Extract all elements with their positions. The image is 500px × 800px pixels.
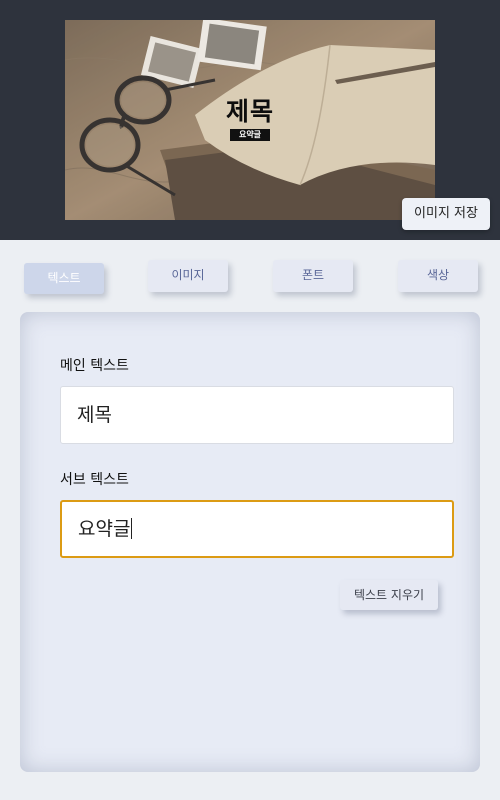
tab-text[interactable]: 텍스트 bbox=[24, 263, 104, 294]
main-text-value: 제목 bbox=[77, 404, 112, 426]
tab-image[interactable]: 이미지 bbox=[148, 260, 228, 292]
text-panel: 메인 텍스트 제목 서브 텍스트 요약글 텍스트 지우기 bbox=[20, 312, 480, 772]
preview-area: 제목 요약글 이미지 저장 bbox=[0, 0, 500, 240]
sub-text-input[interactable]: 요약글 bbox=[60, 500, 454, 558]
sub-text-label: 서브 텍스트 bbox=[60, 472, 129, 488]
sub-text-value: 요약글 bbox=[78, 518, 131, 540]
preview-subtitle: 요약글 bbox=[230, 129, 270, 141]
text-cursor bbox=[131, 517, 133, 539]
tab-color[interactable]: 색상 bbox=[398, 260, 478, 292]
preview-image: 제목 요약글 bbox=[65, 20, 435, 220]
main-text-input[interactable]: 제목 bbox=[60, 386, 454, 444]
save-image-button[interactable]: 이미지 저장 bbox=[402, 198, 490, 230]
tab-font[interactable]: 폰트 bbox=[273, 260, 353, 292]
preview-title: 제목 bbox=[225, 97, 274, 126]
clear-text-button[interactable]: 텍스트 지우기 bbox=[340, 580, 438, 610]
main-text-label: 메인 텍스트 bbox=[60, 358, 129, 374]
